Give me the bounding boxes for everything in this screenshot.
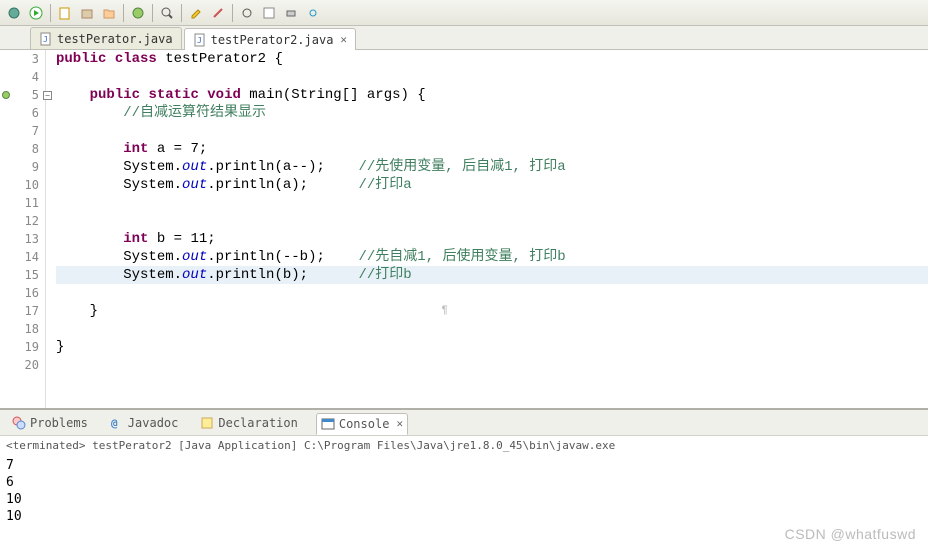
toolbar-search-icon[interactable] <box>157 3 177 23</box>
tab-testperator2[interactable]: J testPerator2.java ✕ <box>184 28 356 50</box>
line-number: 13 <box>0 230 45 248</box>
line-number: 12 <box>0 212 45 230</box>
console-icon <box>321 417 335 431</box>
line-number: 4 <box>0 68 45 86</box>
editor-tabs: J testPerator.java J testPerator2.java ✕ <box>0 26 928 50</box>
tab-label: testPerator.java <box>57 32 173 46</box>
tab-testperator[interactable]: J testPerator.java <box>30 27 182 49</box>
console-line: 10 <box>6 508 922 525</box>
line-number: 19 <box>0 338 45 356</box>
line-number: 7 <box>0 122 45 140</box>
toolbar-class-icon[interactable] <box>128 3 148 23</box>
tab-label: testPerator2.java <box>211 33 334 47</box>
code-line[interactable]: System.out.println(a); //打印a <box>56 176 928 194</box>
line-number: 18 <box>0 320 45 338</box>
toolbar-wand-icon[interactable] <box>208 3 228 23</box>
code-line[interactable]: } <box>56 302 928 320</box>
line-number: 15 <box>0 266 45 284</box>
problems-icon <box>12 416 26 430</box>
tab-problems[interactable]: Problems <box>8 413 92 433</box>
main-toolbar <box>0 0 928 26</box>
code-line[interactable] <box>56 122 928 140</box>
toolbar-debug-icon[interactable] <box>4 3 24 23</box>
line-number: 16 <box>0 284 45 302</box>
java-file-icon: J <box>193 33 207 47</box>
code-line[interactable]: } <box>56 338 928 356</box>
toolbar-sync-icon[interactable] <box>237 3 257 23</box>
line-number: 8 <box>0 140 45 158</box>
java-file-icon: J <box>39 32 53 46</box>
console-header: <terminated> testPerator2 [Java Applicat… <box>0 436 928 455</box>
code-line[interactable] <box>56 284 928 302</box>
line-number: 6 <box>0 104 45 122</box>
code-line[interactable] <box>56 194 928 212</box>
code-line[interactable]: int a = 7; <box>56 140 928 158</box>
code-line[interactable]: public class testPerator2 { <box>56 50 928 68</box>
console-output: 761010 <box>0 455 928 527</box>
toolbar-edit-icon[interactable] <box>186 3 206 23</box>
line-number: 14 <box>0 248 45 266</box>
toolbar-print-icon[interactable] <box>281 3 301 23</box>
close-icon[interactable]: ✕ <box>340 33 347 46</box>
toolbar-task-icon[interactable] <box>259 3 279 23</box>
tab-javadoc[interactable]: @ Javadoc <box>106 413 183 433</box>
line-number: 3 <box>0 50 45 68</box>
code-line[interactable]: System.out.println(a--); //先使用变量, 后自减1, … <box>56 158 928 176</box>
code-line[interactable]: //自减运算符结果显示 <box>56 104 928 122</box>
console-line: 7 <box>6 457 922 474</box>
code-line[interactable] <box>56 320 928 338</box>
line-number: 20 <box>0 356 45 374</box>
watermark: CSDN @whatfuswd <box>785 526 916 542</box>
bottom-tabs: Problems @ Javadoc Declaration Console ✕ <box>0 410 928 436</box>
declaration-icon <box>200 416 214 430</box>
code-line[interactable]: System.out.println(--b); //先自减1, 后使用变量, … <box>56 248 928 266</box>
tab-console[interactable]: Console ✕ <box>316 413 408 435</box>
console-line: 6 <box>6 474 922 491</box>
editor[interactable]: 345−67891011121314151617181920 public cl… <box>0 50 928 408</box>
svg-text:J: J <box>197 36 202 45</box>
code-line[interactable]: System.out.println(b); //打印b <box>56 266 928 284</box>
toolbar-run-icon[interactable] <box>26 3 46 23</box>
line-number: 5− <box>0 86 45 104</box>
line-numbers-gutter: 345−67891011121314151617181920 <box>0 50 46 408</box>
svg-text:J: J <box>43 35 48 44</box>
console-line: 10 <box>6 491 922 508</box>
code-line[interactable] <box>56 68 928 86</box>
toolbar-package-icon[interactable] <box>77 3 97 23</box>
close-icon[interactable]: ✕ <box>396 417 403 430</box>
svg-text:@: @ <box>111 417 118 430</box>
bottom-panel: Problems @ Javadoc Declaration Console ✕… <box>0 408 928 527</box>
toolbar-refresh-icon[interactable] <box>303 3 323 23</box>
code-line[interactable]: public static void main(String[] args) { <box>56 86 928 104</box>
code-line[interactable]: int b = 11; <box>56 230 928 248</box>
line-number: 11 <box>0 194 45 212</box>
line-number: 9 <box>0 158 45 176</box>
line-number: 17 <box>0 302 45 320</box>
toolbar-folder-icon[interactable] <box>99 3 119 23</box>
code-line[interactable] <box>56 356 928 374</box>
code-area[interactable]: public class testPerator2 { public stati… <box>46 50 928 408</box>
tab-declaration[interactable]: Declaration <box>196 413 301 433</box>
line-number: 10 <box>0 176 45 194</box>
javadoc-icon: @ <box>110 416 124 430</box>
toolbar-new-icon[interactable] <box>55 3 75 23</box>
code-line[interactable] <box>56 212 928 230</box>
